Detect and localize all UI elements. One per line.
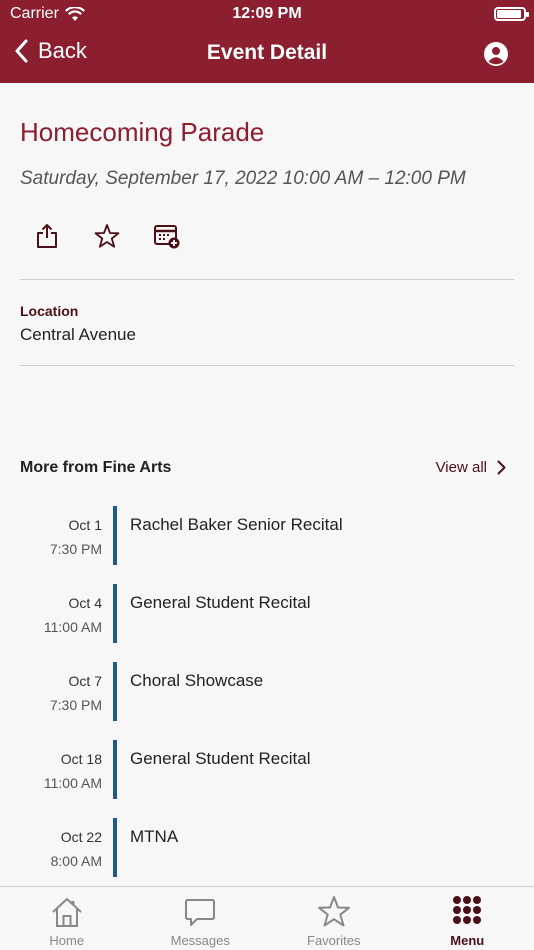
share-icon[interactable] bbox=[34, 223, 60, 249]
event-list-item[interactable]: Oct 22 8:00 AM MTNA bbox=[0, 818, 534, 886]
profile-icon[interactable] bbox=[484, 42, 508, 66]
status-time: 12:09 PM bbox=[232, 5, 302, 22]
event-item-time: 7:30 PM bbox=[49, 541, 102, 557]
app-header: Carrier 12:09 PM Back Event Detail bbox=[0, 0, 534, 83]
event-item-time: 11:00 AM bbox=[43, 775, 102, 791]
star-icon bbox=[317, 896, 350, 927]
event-item-time: 11:00 AM bbox=[43, 619, 102, 635]
divider bbox=[20, 365, 514, 366]
event-item-date: Oct 4 bbox=[68, 595, 102, 611]
event-detail-content: Homecoming Parade Saturday, September 17… bbox=[0, 83, 534, 886]
navigation-bar: Back Event Detail bbox=[0, 28, 534, 83]
event-item-name: General Student Recital bbox=[130, 593, 311, 612]
event-list-item[interactable]: Oct 18 11:00 AM General Student Recital bbox=[0, 740, 534, 818]
tab-menu[interactable]: Menu bbox=[401, 887, 534, 950]
divider bbox=[20, 279, 514, 280]
add-to-calendar-icon[interactable] bbox=[154, 223, 180, 249]
event-item-name: Rachel Baker Senior Recital bbox=[130, 515, 343, 534]
more-events-list: Oct 1 7:30 PM Rachel Baker Senior Recita… bbox=[0, 506, 534, 886]
status-bar: Carrier 12:09 PM bbox=[0, 0, 534, 28]
tab-bar: Home Messages Favorites Menu bbox=[0, 886, 534, 950]
home-icon bbox=[52, 898, 82, 927]
event-accent-bar bbox=[113, 740, 117, 799]
event-item-name: MTNA bbox=[130, 827, 179, 846]
tab-home-label: Home bbox=[49, 933, 85, 948]
location-value: Central Avenue bbox=[20, 325, 136, 344]
event-datetime: Saturday, September 17, 2022 10:00 AM – … bbox=[20, 168, 466, 189]
event-item-date: Oct 22 bbox=[60, 829, 102, 845]
view-all-link[interactable]: View all bbox=[436, 459, 506, 476]
event-item-time: 8:00 AM bbox=[50, 853, 102, 869]
dots-grid-icon bbox=[453, 896, 482, 924]
page-title: Event Detail bbox=[206, 41, 328, 64]
tab-favorites-label: Favorites bbox=[307, 933, 361, 948]
event-accent-bar bbox=[113, 506, 117, 565]
chevron-right-icon bbox=[497, 460, 506, 475]
chat-bubble-icon bbox=[185, 899, 216, 926]
event-accent-bar bbox=[113, 818, 117, 877]
event-list-item[interactable]: Oct 1 7:30 PM Rachel Baker Senior Recita… bbox=[0, 506, 534, 584]
view-all-label: View all bbox=[435, 459, 487, 476]
favorite-star-icon[interactable] bbox=[94, 223, 120, 249]
event-list-item[interactable]: Oct 4 11:00 AM General Student Recital bbox=[0, 584, 534, 662]
event-item-date: Oct 18 bbox=[60, 751, 102, 767]
more-events-heading: More from Fine Arts bbox=[20, 459, 172, 476]
event-item-time: 7:30 PM bbox=[49, 697, 102, 713]
tab-favorites[interactable]: Favorites bbox=[267, 887, 401, 950]
battery-icon bbox=[494, 7, 529, 21]
event-item-name: Choral Showcase bbox=[130, 671, 264, 690]
event-accent-bar bbox=[113, 662, 117, 721]
event-list-item[interactable]: Oct 7 7:30 PM Choral Showcase bbox=[0, 662, 534, 740]
tab-home[interactable]: Home bbox=[0, 887, 134, 950]
event-item-name: General Student Recital bbox=[130, 749, 311, 768]
event-title: Homecoming Parade bbox=[20, 117, 265, 147]
event-accent-bar bbox=[113, 584, 117, 643]
event-item-date: Oct 1 bbox=[68, 517, 102, 533]
tab-messages-label: Messages bbox=[170, 933, 230, 948]
event-item-date: Oct 7 bbox=[68, 673, 102, 689]
tab-menu-label: Menu bbox=[450, 933, 485, 948]
tab-messages[interactable]: Messages bbox=[134, 887, 268, 950]
event-actions bbox=[34, 223, 180, 249]
location-label: Location bbox=[20, 303, 79, 319]
